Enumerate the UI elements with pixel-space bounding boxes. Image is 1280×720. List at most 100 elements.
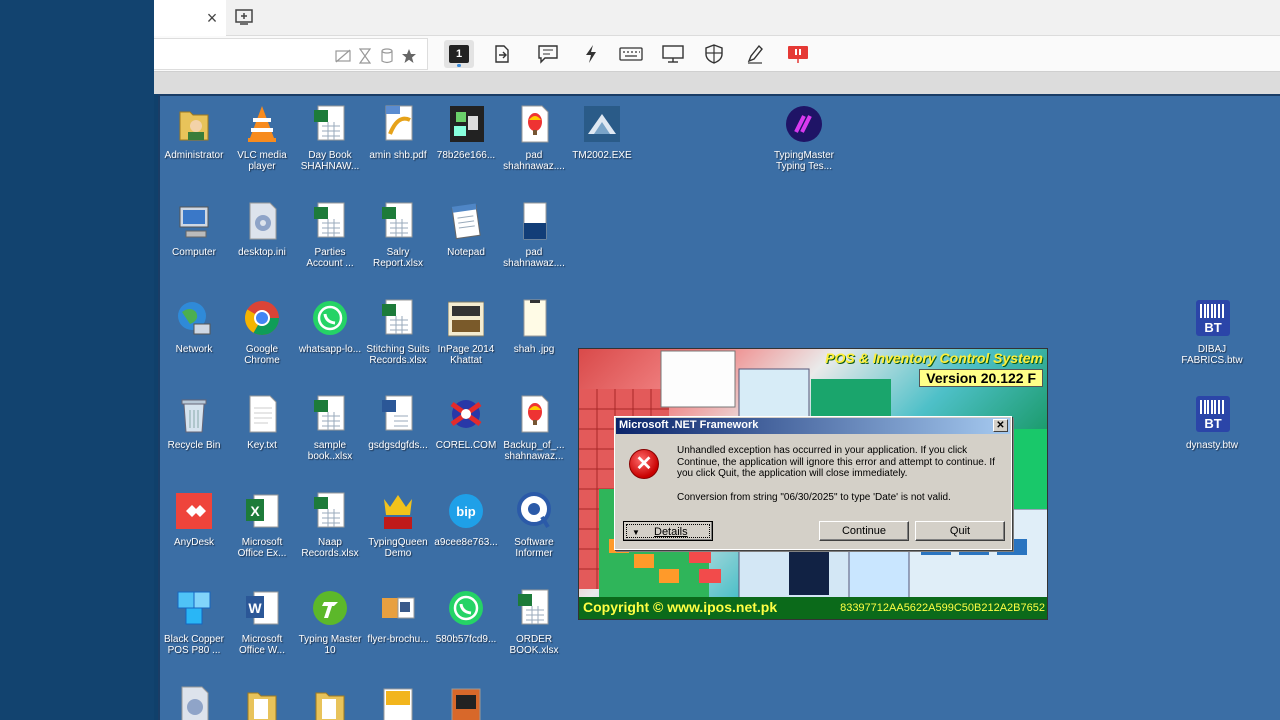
remote-desktop[interactable]: Administrator VLC media player Day Book … <box>158 94 1280 720</box>
desktop-icon[interactable]: VLC media player <box>228 98 296 188</box>
excel-app-icon: X <box>244 491 280 531</box>
new-tab-icon[interactable] <box>234 7 256 27</box>
desktop-icon[interactable]: Parties Account ... <box>296 195 364 285</box>
desktop-icon[interactable]: pad shahnawaz.... <box>500 98 568 188</box>
pen-icon[interactable] <box>740 40 770 68</box>
icon-label: 580b57fcd9... <box>435 634 497 645</box>
paint-file-icon <box>516 394 552 434</box>
keyboard-icon[interactable] <box>616 40 646 68</box>
display-icon[interactable] <box>658 40 688 68</box>
shield-icon[interactable] <box>699 40 729 68</box>
lightning-icon[interactable] <box>576 40 606 68</box>
no-image-icon[interactable] <box>334 47 352 65</box>
splash-copyright: Copyright © www.ipos.net.pk <box>583 599 778 615</box>
icon-label: Naap Records.xlsx <box>301 537 359 559</box>
desktop-icon[interactable]: BT DIBAJ FABRICS.btw <box>1178 292 1246 382</box>
star-icon[interactable] <box>400 47 418 65</box>
desktop-icon[interactable]: shah .jpg <box>500 292 568 382</box>
desktop-icon[interactable]: Key.txt <box>228 388 296 478</box>
desktop-icon[interactable]: Naap Records.xlsx <box>296 485 364 575</box>
desktop-icon[interactable]: TypingQueen Demo <box>364 485 432 575</box>
dialog-close-button[interactable]: ✕ <box>993 419 1008 432</box>
desktop-icon[interactable]: ORDER BOOK.xlsx <box>500 582 568 672</box>
icon-label: sample book..xlsx <box>307 440 353 462</box>
active-tab[interactable]: × <box>154 0 226 36</box>
desktop-icon[interactable]: COREL.COM <box>432 388 500 478</box>
icon-label: desktop.ini <box>238 247 286 258</box>
desktop-icon[interactable]: Black Copper POS P80 ... <box>160 582 228 672</box>
desktop-icon[interactable]: Backup_of_... shahnawaz... <box>500 388 568 478</box>
desktop-icon[interactable]: Recycle Bin <box>160 388 228 478</box>
icon-label: pad shahnawaz.... <box>503 150 565 172</box>
svg-text:bip: bip <box>456 504 476 519</box>
icon-label: 78b26e166... <box>436 150 496 161</box>
desktop-icon[interactable]: Software Informer <box>500 485 568 575</box>
hourglass-icon[interactable] <box>356 47 374 65</box>
desktop-icon[interactable]: bip a9cee8e763... <box>432 485 500 575</box>
address-box[interactable] <box>154 38 428 70</box>
icon-label: Recycle Bin <box>167 440 221 451</box>
anydesk-icon <box>176 491 212 531</box>
icon-label: whatsapp-lo... <box>298 344 362 355</box>
word-file-icon <box>380 394 416 434</box>
desktop-icon[interactable]: Administrator <box>160 98 228 188</box>
desktop-icon[interactable]: 78b26e166... <box>432 98 500 188</box>
icon-label: TM2002.EXE <box>572 150 632 161</box>
desktop-icon[interactable] <box>228 679 296 720</box>
database-icon[interactable] <box>378 47 396 65</box>
icon-label: TypingQueen Demo <box>368 537 428 559</box>
file-transfer-icon[interactable] <box>487 40 517 68</box>
details-button[interactable]: ▼ Details <box>623 521 713 541</box>
chat-icon[interactable] <box>533 40 563 68</box>
monitor-1-button[interactable]: 1 <box>444 40 474 68</box>
desktop-icon[interactable]: flyer-brochu... <box>364 582 432 672</box>
desktop-icon[interactable]: 580b57fcd9... <box>432 582 500 672</box>
paint-file-icon <box>516 104 552 144</box>
desktop-icon[interactable]: Notepad <box>432 195 500 285</box>
desktop-icon[interactable]: InPage 2014 Khattat <box>432 292 500 382</box>
excel-file-icon <box>312 491 348 531</box>
desktop-icon[interactable]: pad shahnawaz.... <box>500 195 568 285</box>
excel-file-icon <box>312 104 348 144</box>
desktop-icon[interactable]: amin shb.pdf <box>364 98 432 188</box>
icon-label: gsdgsdgfds... <box>368 440 428 451</box>
desktop-icon[interactable]: Stitching Suits Records.xlsx <box>364 292 432 382</box>
desktop-icon[interactable]: Typing Master 10 <box>296 582 364 672</box>
quit-button[interactable]: Quit <box>915 521 1005 541</box>
monitor-number: 1 <box>449 45 469 63</box>
desktop-icon[interactable]: Network <box>160 292 228 382</box>
desktop-icon[interactable]: Salry Report.xlsx <box>364 195 432 285</box>
icon-label: Black Copper POS P80 ... <box>163 634 225 656</box>
desktop-icon[interactable]: Computer <box>160 195 228 285</box>
disconnect-icon[interactable] <box>783 40 813 68</box>
desktop-icon[interactable]: X Microsoft Office Ex... <box>228 485 296 575</box>
image-file-icon <box>380 685 416 720</box>
whatsapp-icon <box>312 298 348 338</box>
continue-button[interactable]: Continue <box>819 521 909 541</box>
icon-label: Computer <box>172 247 216 258</box>
svg-text:W: W <box>248 600 262 616</box>
desktop-icon[interactable]: TM2002.EXE <box>568 98 636 188</box>
icon-label: AnyDesk <box>173 537 214 548</box>
icon-label: amin shb.pdf <box>369 150 427 161</box>
desktop-icon[interactable]: desktop.ini <box>228 195 296 285</box>
desktop-icon[interactable]: Google Chrome <box>228 292 296 382</box>
desktop-icon[interactable]: Day Book SHAHNAW... <box>296 98 364 188</box>
close-tab-icon[interactable]: × <box>202 8 222 28</box>
active-indicator <box>457 64 461 67</box>
desktop-icon[interactable]: gsdgsdgfds... <box>364 388 432 478</box>
desktop-icon[interactable] <box>296 679 364 720</box>
desktop-icon[interactable] <box>160 679 228 720</box>
desktop-icon[interactable]: AnyDesk <box>160 485 228 575</box>
desktop-icon[interactable]: W Microsoft Office W... <box>228 582 296 672</box>
recycle-bin-icon <box>176 394 212 434</box>
desktop-icon[interactable] <box>364 679 432 720</box>
desktop-icon[interactable]: whatsapp-lo... <box>296 292 364 382</box>
desktop-icon[interactable]: BT dynasty.btw <box>1178 388 1246 478</box>
dialog-titlebar[interactable]: Microsoft .NET Framework ✕ <box>616 418 1010 434</box>
icon-label: Stitching Suits Records.xlsx <box>366 344 430 366</box>
desktop-icon[interactable]: sample book..xlsx <box>296 388 364 478</box>
desktop-icon[interactable] <box>432 679 500 720</box>
desktop-icon[interactable]: TypingMaster Typing Tes... <box>770 98 838 188</box>
whatsapp-icon <box>448 588 484 628</box>
